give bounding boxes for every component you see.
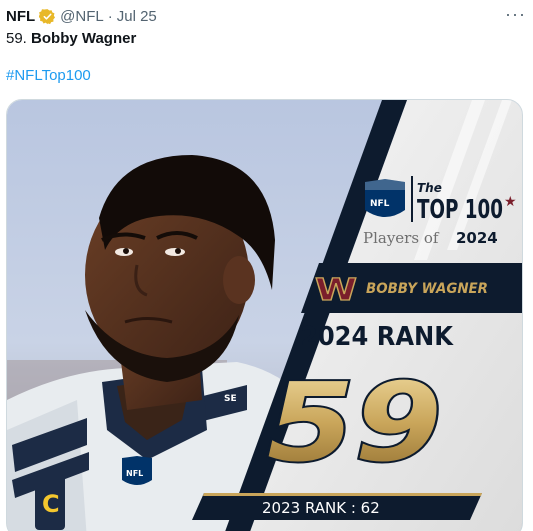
tweet-date[interactable]: Jul 25 bbox=[117, 8, 157, 25]
svg-text:NFL: NFL bbox=[370, 199, 390, 209]
tweet-media-image[interactable]: SE C NFL NFL The TOP 100 ★ Players of 20… bbox=[6, 99, 523, 531]
verified-badge-icon bbox=[38, 8, 56, 25]
logo-star-icon: ★ bbox=[504, 194, 517, 210]
svg-text:NFL: NFL bbox=[126, 469, 143, 478]
logo-top100-text: TOP 100 bbox=[417, 195, 503, 225]
top100-graphic: SE C NFL NFL The TOP 100 ★ Players of 20… bbox=[7, 100, 522, 531]
tweet-player-name: Bobby Wagner bbox=[31, 30, 137, 47]
tweet-rank-number: 59. bbox=[6, 30, 27, 47]
hashtag-link[interactable]: #NFLTop100 bbox=[6, 67, 91, 84]
rank-value: 59 bbox=[267, 361, 442, 486]
logo-the-text: The bbox=[417, 181, 442, 195]
logo-year-text: 2024 bbox=[456, 229, 498, 247]
separator-dot: · bbox=[107, 7, 113, 25]
logo-players-of-text: Players of bbox=[363, 229, 440, 247]
previous-rank-label: 2023 RANK : 62 bbox=[262, 499, 380, 517]
tweet-header: NFL @NFL · Jul 25 ··· bbox=[6, 4, 526, 26]
rank-label: 2024 RANK bbox=[301, 322, 454, 352]
tweet-text: 59. Bobby Wagner bbox=[6, 29, 136, 49]
more-options-button[interactable]: ··· bbox=[505, 4, 526, 25]
team-logo-icon: W bbox=[314, 272, 357, 308]
jersey-sleeve-text: SE bbox=[224, 394, 237, 404]
captain-patch-letter: C bbox=[42, 490, 60, 518]
player-name-label: BOBBY WAGNER bbox=[366, 281, 488, 297]
author-name[interactable]: NFL bbox=[6, 8, 35, 25]
author-handle[interactable]: @NFL bbox=[60, 8, 104, 25]
svg-text:W: W bbox=[315, 273, 357, 308]
